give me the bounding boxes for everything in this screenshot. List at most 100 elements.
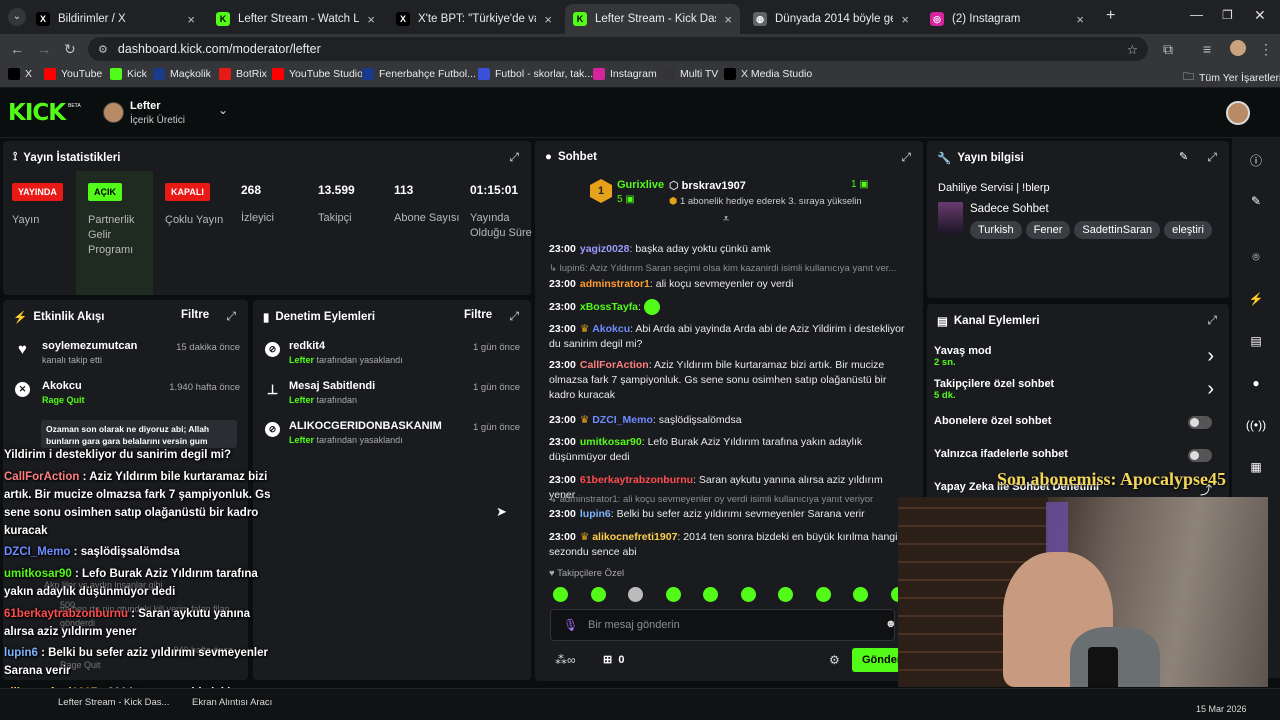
bookmark-item[interactable]: Fenerbahçe Futbol... xyxy=(362,68,476,80)
moderator-name[interactable]: Lefter xyxy=(289,435,314,445)
stream-category[interactable]: Sadece Sohbet xyxy=(970,203,1049,215)
browser-tab[interactable]: K Lefter Stream - Watch Live on K × xyxy=(208,4,383,34)
expand-icon[interactable]: ⤢ xyxy=(901,150,911,165)
activity-filter-button[interactable]: Filtre xyxy=(181,309,209,321)
media-icon[interactable]: ≡ xyxy=(1203,41,1211,57)
bookmark-item[interactable]: Instagram xyxy=(593,68,657,80)
back-icon[interactable]: ← xyxy=(10,41,24,57)
close-tab-icon[interactable]: × xyxy=(1076,12,1084,27)
stream-tag[interactable]: SadettinSaran xyxy=(1074,221,1161,239)
event-username[interactable]: soylemezumutcan xyxy=(42,340,137,352)
microphone-icon[interactable]: 🎙 xyxy=(563,618,578,632)
reply-context[interactable]: ↳ adminstrator1: ali koçu sevmeyenler oy… xyxy=(549,494,909,505)
new-tab-icon[interactable]: + xyxy=(1106,7,1115,25)
emote-icon[interactable] xyxy=(591,587,606,602)
taskbar-app[interactable]: Lefter Stream - Kick Das... xyxy=(58,697,169,708)
message-username[interactable]: alikocnefreti1907 xyxy=(592,531,677,543)
address-bar[interactable]: ⚙ dashboard.kick.com/moderator/lefter ☆ xyxy=(88,37,1148,61)
emoji-icon[interactable]: ☻ xyxy=(885,618,897,630)
activity-event[interactable]: ♥ soylemezumutcan 15 dakika önce kanalı tak… xyxy=(15,340,240,370)
message-username[interactable]: Akokcu xyxy=(592,323,630,335)
emote-icon[interactable] xyxy=(553,587,568,602)
stream-tag[interactable]: Turkish xyxy=(970,221,1022,239)
reply-context[interactable]: ↳ lupin6: Aziz Yıldırım Saran seçimi ols… xyxy=(549,263,909,274)
bookmark-item[interactable]: BotRix xyxy=(219,68,267,80)
taskbar-app[interactable]: Ekran Alıntısı Aracı xyxy=(192,697,272,708)
moderation-target[interactable]: Mesaj Sabitlendi xyxy=(289,380,375,392)
reload-icon[interactable]: ↻ xyxy=(64,41,76,58)
browser-tab[interactable]: ◎ (2) Instagram × xyxy=(922,4,1092,34)
channel-action-item[interactable]: Abonelere özel sohbet xyxy=(934,415,1224,445)
user-avatar[interactable] xyxy=(1226,101,1250,125)
info-icon[interactable]: ⓘ xyxy=(1232,152,1280,169)
forward-icon[interactable]: → xyxy=(37,41,51,57)
moderator-name[interactable]: Lefter xyxy=(289,395,314,405)
message-username[interactable]: adminstrator1 xyxy=(580,278,650,290)
event-username[interactable]: Akokcu xyxy=(42,380,82,392)
expand-icon[interactable]: ⤢ xyxy=(1207,150,1217,165)
bookmark-item[interactable]: X xyxy=(8,68,32,80)
settings-link-icon[interactable]: ⁂∞ xyxy=(555,653,576,667)
kick-logo[interactable]: KICK xyxy=(8,100,66,126)
chat-message[interactable]: 23:00 lupin6: Belki bu sefer aziz yıldırı… xyxy=(549,507,909,522)
collapse-chevron-icon[interactable]: ⩡ xyxy=(723,213,729,226)
chat-message[interactable]: 23:00 CallForAction: Aziz Yıldırım bile k… xyxy=(549,358,909,403)
edit-pencil-icon[interactable]: ✎ xyxy=(1179,150,1188,163)
chevron-right-icon[interactable]: › xyxy=(1207,345,1214,368)
bookmark-star-icon[interactable]: ☆ xyxy=(1127,42,1138,57)
bookmark-item[interactable]: Maçkolik xyxy=(153,68,211,80)
profile-avatar[interactable] xyxy=(1230,40,1246,56)
emote-icon[interactable] xyxy=(741,587,756,602)
emote-icon[interactable] xyxy=(666,587,681,602)
stream-tag[interactable]: Fener xyxy=(1025,221,1071,239)
browser-tab[interactable]: X X'te BPT: "Türkiye'de vatandaşl × xyxy=(388,4,560,34)
pencil-icon[interactable]: ✎ xyxy=(1232,194,1280,208)
moderation-target[interactable]: ALIKOCGERIDONBASKANIM xyxy=(289,420,442,432)
browser-tab[interactable]: X Bildirimler / X × xyxy=(28,4,203,34)
all-bookmarks[interactable]: 🗀 Tüm Yer İşaretleri xyxy=(1183,68,1280,87)
close-window-icon[interactable]: ✕ xyxy=(1254,7,1266,24)
close-tab-icon[interactable]: × xyxy=(187,12,195,27)
message-username[interactable]: yagiz0028 xyxy=(580,243,630,255)
extensions-icon[interactable]: ⧉ xyxy=(1163,41,1173,58)
close-tab-icon[interactable]: × xyxy=(901,12,909,27)
message-username[interactable]: xBossTayfa xyxy=(580,301,638,313)
emote-icon[interactable] xyxy=(853,587,868,602)
channel-switch-chevron-icon[interactable]: ⌄ xyxy=(218,103,228,117)
stream-tag[interactable]: eleştiri xyxy=(1164,221,1212,239)
bookmark-item[interactable]: Kick xyxy=(110,68,147,80)
gifter-name[interactable]: Gurixlive xyxy=(617,179,664,191)
chat-message[interactable]: 23:00 ♛ Akokcu: Abi Arda abi yayinda Arda… xyxy=(549,322,909,352)
moderator-name[interactable]: Lefter xyxy=(289,355,314,365)
moderation-target[interactable]: redkit4 xyxy=(289,340,325,352)
toggle-switch[interactable] xyxy=(1188,449,1212,462)
close-tab-icon[interactable]: × xyxy=(367,12,375,27)
emote-icon[interactable] xyxy=(628,587,643,602)
category-thumbnail[interactable] xyxy=(938,202,963,234)
message-username[interactable]: CallForAction xyxy=(580,359,649,371)
close-tab-icon[interactable]: × xyxy=(544,12,552,27)
emote-row[interactable] xyxy=(553,587,913,603)
close-tab-icon[interactable]: × xyxy=(724,12,732,27)
moderation-filter-button[interactable]: Filtre xyxy=(464,309,492,321)
toggle-switch[interactable] xyxy=(1188,416,1212,429)
chat-message[interactable]: 23:00 xBossTayfa: xyxy=(549,299,909,315)
broadcast-icon[interactable]: ((•)) xyxy=(1232,418,1280,432)
bookmark-item[interactable]: X Media Studio xyxy=(724,68,812,80)
chat-settings-icon[interactable]: ⚙ xyxy=(829,653,840,667)
expand-icon[interactable]: ⤢ xyxy=(509,309,519,324)
chat-message[interactable]: 23:00 yagiz0028: başka aday yoktu çünkü a… xyxy=(549,242,909,257)
expand-icon[interactable]: ⤢ xyxy=(1207,313,1217,328)
message-username[interactable]: DZCI_Memo xyxy=(592,414,653,426)
bookmark-item[interactable]: YouTube xyxy=(44,68,102,80)
browser-tab[interactable]: K Lefter Stream - Kick Dashboard × xyxy=(565,4,740,34)
chat-message[interactable]: 23:00 ♛ alikocnefreti1907: 2014 ten sonra… xyxy=(549,530,909,560)
moderation-item[interactable]: ⊘ ALIKOCGERIDONBASKANIM 1 gün önce Lefter t… xyxy=(265,420,520,450)
expand-icon[interactable]: ⤢ xyxy=(509,150,519,165)
chevron-right-icon[interactable]: › xyxy=(1207,378,1214,401)
emote-icon[interactable] xyxy=(816,587,831,602)
moderation-item[interactable]: ⊥ Mesaj Sabitlendi 1 gün önce Lefter tarafı… xyxy=(265,380,520,410)
chat-message[interactable]: 23:00 adminstrator1: ali koçu sevmeyenler… xyxy=(549,277,909,292)
restore-icon[interactable]: ❐ xyxy=(1222,8,1233,22)
bolt-icon[interactable]: ⚡ xyxy=(1232,292,1280,306)
